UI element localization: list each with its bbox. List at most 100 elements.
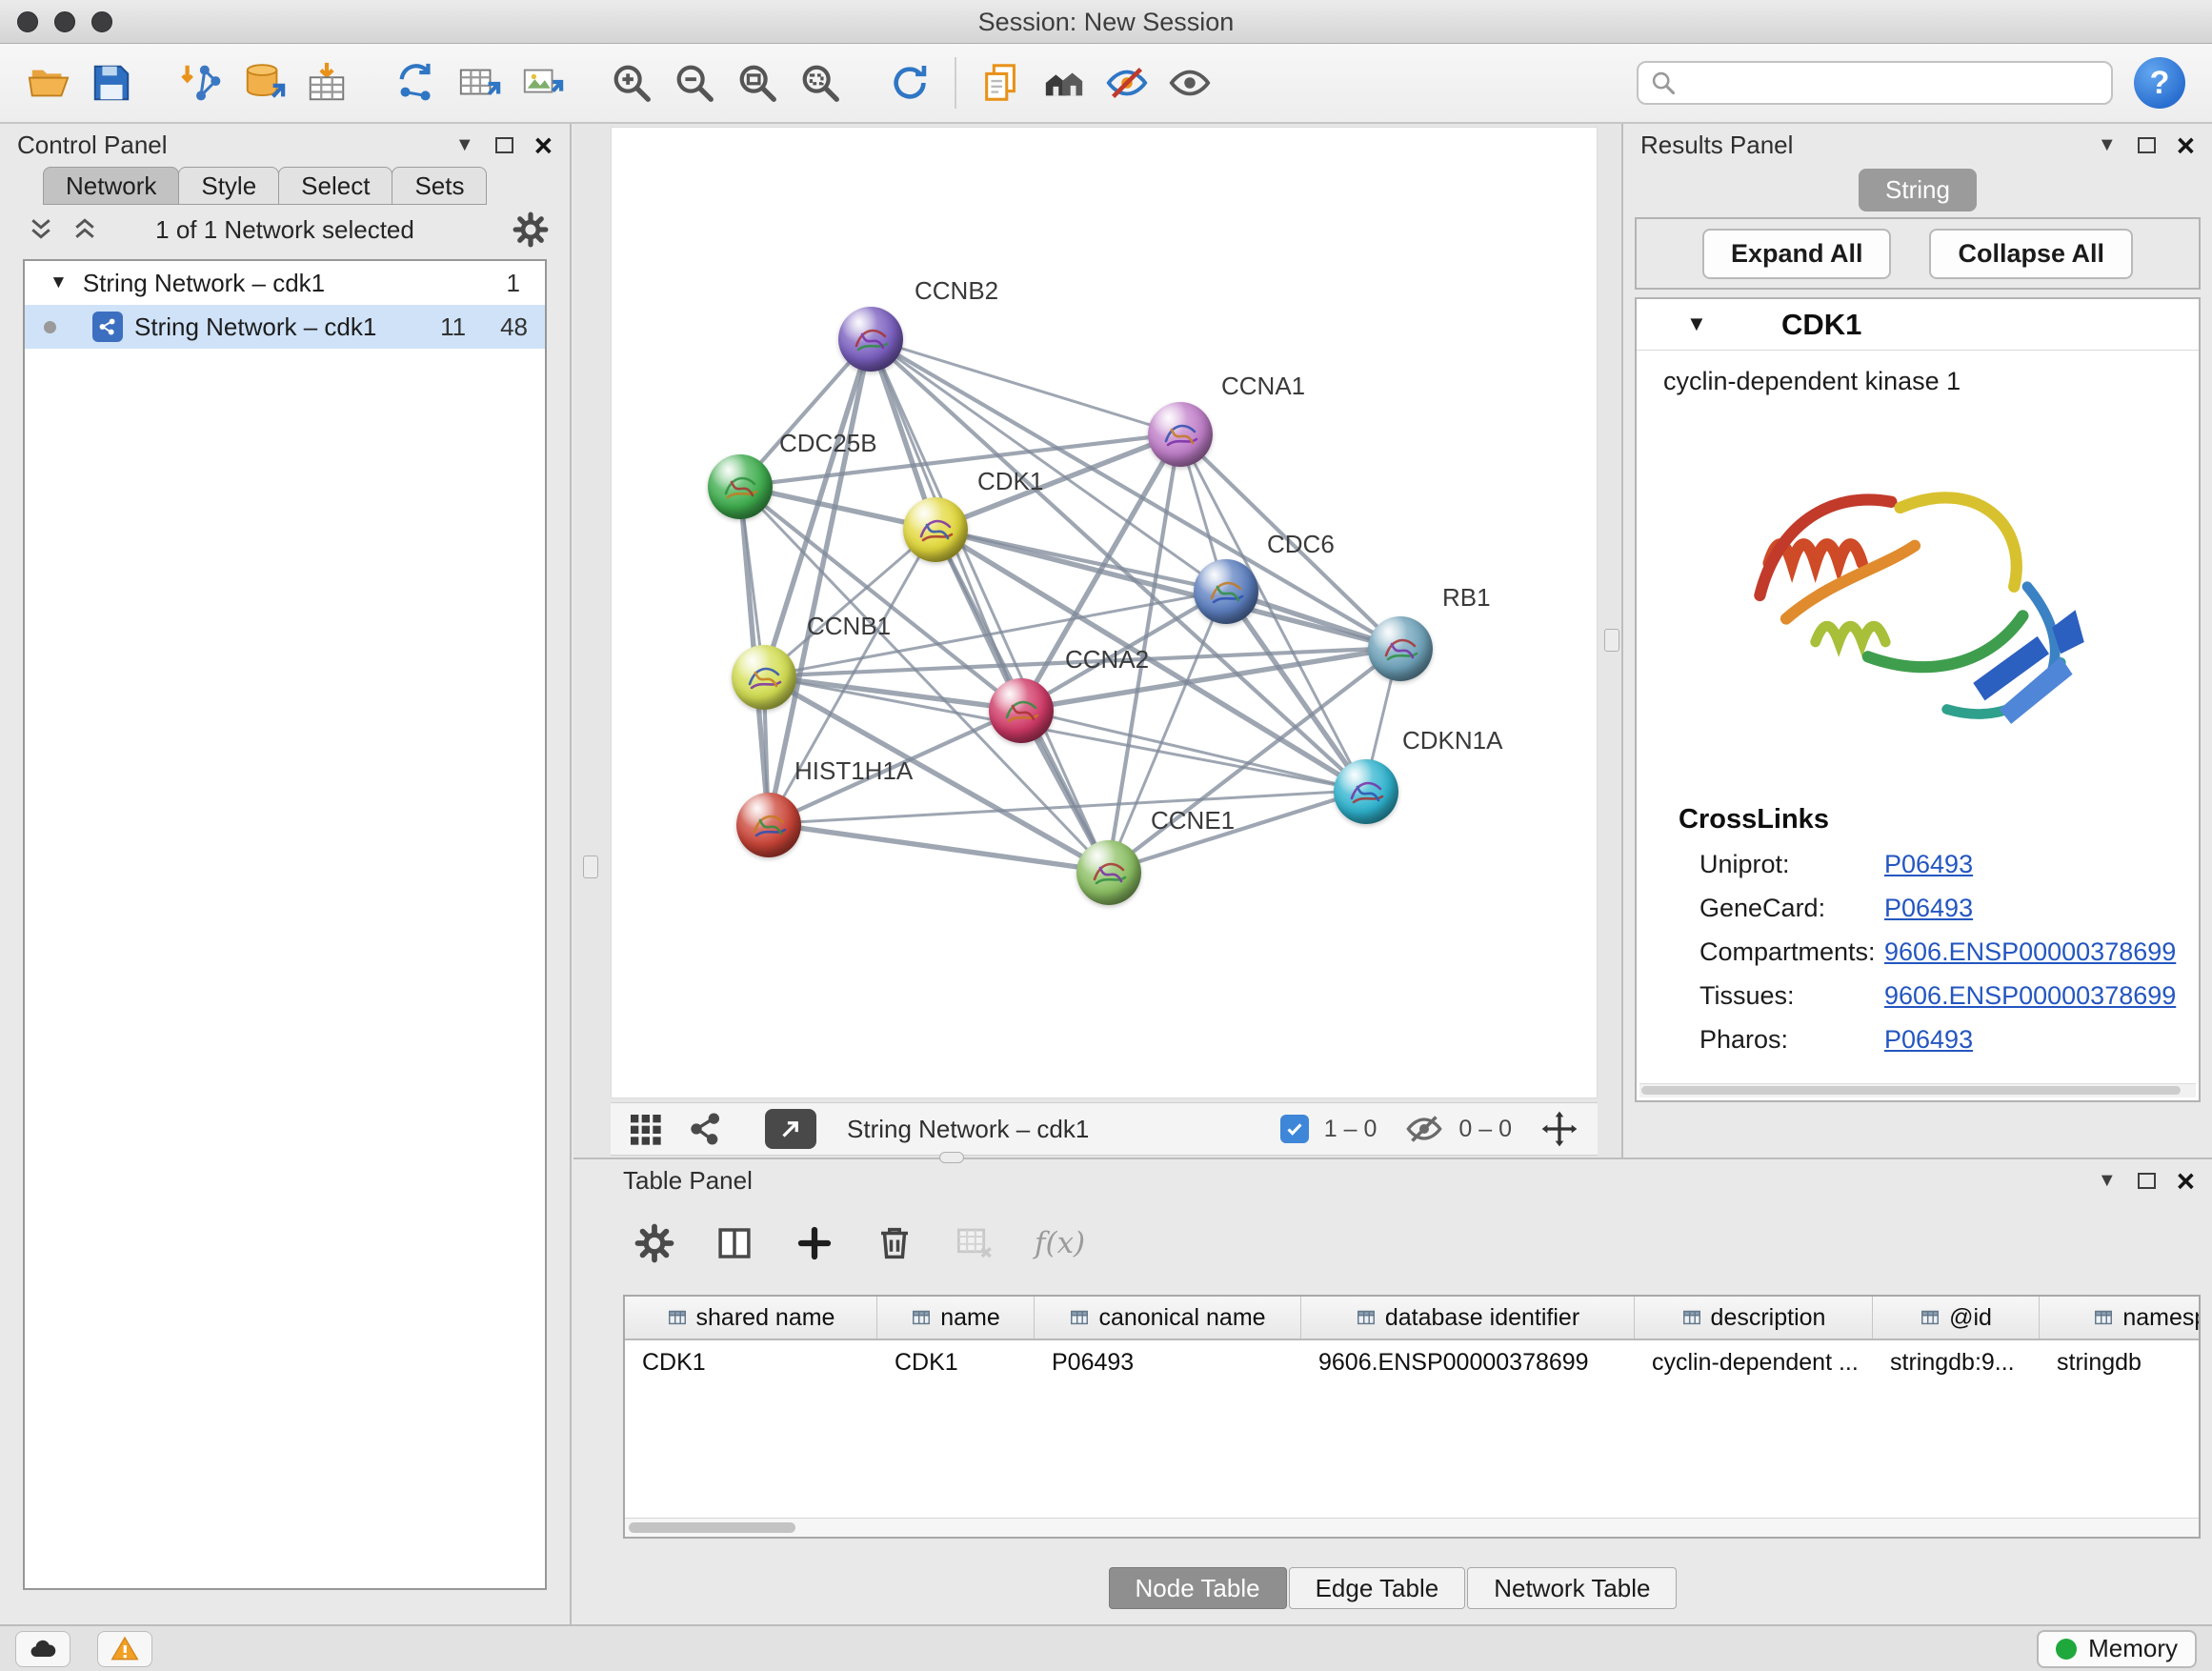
left-splitter-handle[interactable] [583, 856, 598, 878]
panel-menu-icon[interactable]: ▼ [455, 135, 474, 154]
column-header-namespac[interactable]: namespac [2040, 1297, 2201, 1339]
network-row-selected[interactable]: String Network – cdk1 11 48 [25, 305, 545, 349]
network-node-CCNB1[interactable] [732, 645, 796, 710]
table-cell[interactable]: stringdb [2040, 1340, 2201, 1382]
network-node-CDK1[interactable] [903, 497, 968, 562]
selected-checkbox[interactable] [1280, 1115, 1309, 1143]
delete-column-button[interactable] [875, 1223, 915, 1263]
right-splitter-handle[interactable] [1604, 629, 1619, 652]
collection-expand-icon[interactable]: ▼ [50, 272, 68, 293]
warnings-button[interactable] [97, 1631, 152, 1667]
network-node-CDC25B[interactable] [708, 454, 773, 519]
crosslink-link-tissues[interactable]: 9606.ENSP00000378699 [1884, 981, 2176, 1011]
open-in-browser-button[interactable] [765, 1109, 816, 1149]
network-edge-CCNB2-HIST1H1A[interactable] [769, 339, 871, 824]
crosslink-link-genecard[interactable]: P06493 [1884, 894, 1973, 923]
show-panel-button[interactable] [1158, 50, 1221, 115]
collapse-all-icon[interactable] [27, 214, 55, 243]
expand-all-button[interactable]: Expand All [1702, 229, 1892, 279]
tab-network-table[interactable]: Network Table [1467, 1567, 1677, 1609]
protein-structure-image[interactable] [1727, 423, 2108, 774]
function-builder-button[interactable]: f(x) [1035, 1226, 1085, 1260]
network-node-CCNE1[interactable] [1076, 840, 1141, 905]
close-panel-icon[interactable]: × [2177, 1165, 2195, 1197]
network-edge-CCNB2-CCNE1[interactable] [870, 339, 1108, 872]
tab-edge-table[interactable]: Edge Table [1289, 1567, 1466, 1609]
table-horizontal-scrollbar[interactable] [625, 1518, 2199, 1537]
crosslink-link-pharos[interactable]: P06493 [1884, 1025, 1973, 1055]
expand-all-icon[interactable] [70, 214, 99, 243]
network-edge-CCNB2-CDKN1A[interactable] [870, 339, 1364, 791]
save-session-button[interactable] [80, 50, 143, 115]
panel-menu-icon[interactable]: ▼ [2098, 135, 2117, 154]
hide-panel-button[interactable] [1096, 50, 1158, 115]
fit-selected-button[interactable] [1540, 1110, 1579, 1148]
new-network-button[interactable] [385, 50, 448, 115]
table-options-button[interactable] [634, 1223, 674, 1263]
protein-header[interactable]: ▼ CDK1 [1637, 299, 2199, 351]
tab-sets[interactable]: Sets [392, 167, 487, 205]
table-cell[interactable]: stringdb:9... [1873, 1340, 2040, 1382]
import-network-database-button[interactable] [232, 50, 295, 115]
network-canvas[interactable]: CCNB2CCNA1CDC25BCDK1CDC6RB1CCNB1CCNA2CDK… [611, 127, 1598, 1098]
network-edge-RB1-CCNE1[interactable] [1108, 648, 1398, 872]
table-cell[interactable]: CDK1 [877, 1340, 1035, 1382]
network-node-CDKN1A[interactable] [1334, 759, 1398, 824]
column-header-canonical-name[interactable]: canonical name [1035, 1297, 1301, 1339]
show-columns-button[interactable] [714, 1223, 754, 1263]
help-button[interactable]: ? [2134, 57, 2185, 109]
scrollbar-thumb[interactable] [629, 1522, 795, 1533]
column-header-id[interactable]: @id [1873, 1297, 2040, 1339]
zoom-out-button[interactable] [663, 50, 726, 115]
network-node-CCNA2[interactable] [989, 678, 1054, 743]
cloud-status-button[interactable] [15, 1631, 70, 1667]
results-horizontal-scrollbar[interactable] [1639, 1083, 2196, 1097]
network-node-CCNA1[interactable] [1148, 402, 1213, 467]
minimize-window-button[interactable] [54, 11, 75, 32]
tab-style[interactable]: Style [178, 167, 279, 205]
search-box[interactable] [1637, 61, 2113, 105]
import-table-file-button[interactable] [295, 50, 358, 115]
refresh-layout-button[interactable] [878, 50, 941, 115]
float-panel-icon[interactable] [2138, 1173, 2156, 1189]
show-all-panels-button[interactable] [1033, 50, 1096, 115]
table-cell[interactable]: P06493 [1035, 1340, 1301, 1382]
grid-view-button[interactable] [626, 1110, 664, 1148]
tab-network[interactable]: Network [43, 167, 179, 205]
copy-document-button[interactable] [970, 50, 1033, 115]
network-edge-CCNA2-CDKN1A[interactable] [1020, 710, 1364, 791]
collapse-protein-icon[interactable]: ▼ [1686, 312, 1707, 336]
crosslink-link-uniprot[interactable]: P06493 [1884, 850, 1973, 879]
bottom-splitter-handle[interactable] [939, 1152, 964, 1163]
float-panel-icon[interactable] [2138, 137, 2156, 153]
zoom-window-button[interactable] [91, 11, 112, 32]
table-cell[interactable]: 9606.ENSP00000378699 [1301, 1340, 1635, 1382]
search-input[interactable] [1684, 64, 2100, 102]
network-node-CDC6[interactable] [1194, 559, 1258, 624]
network-edge-CCNB2-CCNA1[interactable] [870, 339, 1178, 434]
open-session-button[interactable] [17, 50, 80, 115]
tab-node-table[interactable]: Node Table [1109, 1567, 1287, 1609]
float-panel-icon[interactable] [495, 137, 513, 153]
close-panel-icon[interactable]: × [2177, 130, 2195, 161]
table-cell[interactable]: cyclin-dependent ... [1635, 1340, 1873, 1382]
zoom-fit-button[interactable] [726, 50, 789, 115]
network-edge-CCNB2-RB1[interactable] [870, 339, 1398, 648]
export-image-button[interactable] [511, 50, 573, 115]
network-collection-row[interactable]: ▼ String Network – cdk1 1 [25, 261, 545, 305]
column-header-name[interactable]: name [877, 1297, 1035, 1339]
tab-select[interactable]: Select [278, 167, 392, 205]
crosslink-link-compartments[interactable]: 9606.ENSP00000378699 [1884, 937, 2176, 967]
zoom-in-button[interactable] [600, 50, 663, 115]
table-row[interactable]: CDK1CDK1P064939606.ENSP00000378699cyclin… [625, 1340, 2199, 1382]
hidden-elements-button[interactable] [1405, 1110, 1443, 1148]
column-header-shared-name[interactable]: shared name [625, 1297, 877, 1339]
table-cell[interactable]: CDK1 [625, 1340, 877, 1382]
close-window-button[interactable] [17, 11, 38, 32]
add-column-button[interactable] [794, 1223, 835, 1263]
memory-button[interactable]: Memory [2037, 1630, 2197, 1668]
zoom-selected-button[interactable] [789, 50, 852, 115]
new-table-button[interactable] [448, 50, 511, 115]
column-header-database-identifier[interactable]: database identifier [1301, 1297, 1635, 1339]
network-node-HIST1H1A[interactable] [736, 793, 801, 857]
